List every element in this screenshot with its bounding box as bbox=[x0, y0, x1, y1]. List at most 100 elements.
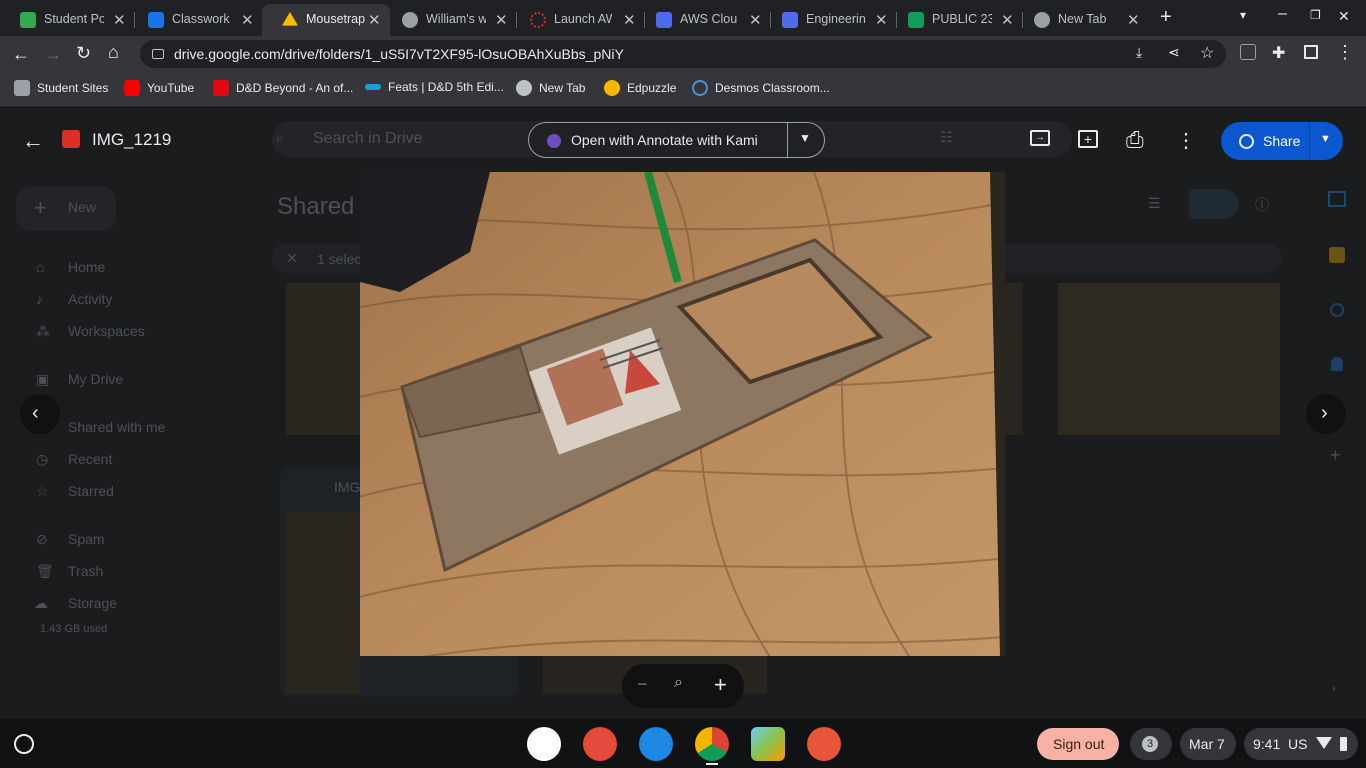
bookmark-label: D&D Beyond - An of... bbox=[236, 81, 354, 95]
zoom-out-icon[interactable]: − bbox=[637, 674, 648, 695]
bookmark-student-sites[interactable]: Student Sites bbox=[14, 80, 108, 96]
tab-williams[interactable]: William's w ✕ bbox=[382, 4, 516, 36]
bookmark-desmos[interactable]: Desmos Classroom... bbox=[692, 80, 830, 96]
tab-student-portal[interactable]: Student Po ✕ bbox=[0, 4, 134, 36]
tab-aws-cloud[interactable]: AWS Clou ✕ bbox=[636, 4, 770, 36]
notification-tray[interactable]: 3 bbox=[1130, 728, 1172, 760]
tab-search-chevron-icon[interactable]: ▾ bbox=[1240, 8, 1246, 22]
paint-app-icon[interactable] bbox=[583, 727, 617, 761]
globe-icon bbox=[516, 80, 532, 96]
next-image-button[interactable]: › bbox=[1306, 394, 1346, 434]
desmos-icon bbox=[692, 80, 708, 96]
close-tab-icon[interactable]: ✕ bbox=[623, 11, 636, 29]
nav-recent[interactable]: Recent bbox=[68, 451, 112, 467]
close-tab-icon[interactable]: ✕ bbox=[495, 11, 508, 29]
nav-workspaces[interactable]: Workspaces bbox=[68, 323, 145, 339]
forward-arrow-icon[interactable]: → bbox=[44, 44, 62, 65]
clear-selection-icon[interactable]: ✕ bbox=[286, 250, 298, 267]
tab-mousetrap-active[interactable]: Mousetrap ✕ bbox=[262, 4, 390, 36]
open-with-button[interactable]: Open with Annotate with Kami ▼ bbox=[528, 122, 825, 158]
add-addon-icon[interactable]: + bbox=[1330, 445, 1341, 466]
nav-my-drive[interactable]: My Drive bbox=[68, 371, 123, 387]
date-tray[interactable]: Mar 7 bbox=[1180, 728, 1236, 760]
install-app-icon[interactable]: ⤓ bbox=[1136, 44, 1142, 61]
tab-title: AWS Clou bbox=[680, 12, 738, 26]
bookmark-star-icon[interactable]: ☆ bbox=[1200, 43, 1214, 63]
nav-spam[interactable]: Spam bbox=[68, 531, 105, 547]
close-tab-icon[interactable]: ✕ bbox=[368, 11, 381, 29]
move-to-icon[interactable]: → bbox=[1030, 130, 1050, 146]
new-button[interactable] bbox=[16, 187, 116, 231]
close-tab-icon[interactable]: ✕ bbox=[113, 11, 126, 29]
close-tab-icon[interactable]: ✕ bbox=[749, 11, 762, 29]
address-bar[interactable]: drive.google.com/drive/folders/1_uS5I7vT… bbox=[140, 40, 1226, 68]
status-tray[interactable]: 9:41 US bbox=[1244, 728, 1358, 760]
nav-activity[interactable]: Activity bbox=[68, 291, 112, 307]
close-window-icon[interactable]: ✕ bbox=[1338, 8, 1350, 25]
bookmark-dnd-beyond[interactable]: D&D Beyond - An of... bbox=[213, 80, 353, 96]
nav-home[interactable]: Home bbox=[68, 259, 105, 275]
list-view-icon[interactable]: ☰ bbox=[1148, 195, 1161, 212]
bookmark-feats[interactable]: Feats | D&D 5th Edi... bbox=[365, 80, 504, 94]
site-info-icon[interactable] bbox=[152, 49, 164, 59]
file-thumbnail[interactable] bbox=[286, 283, 360, 435]
nav-shared-with-me[interactable]: Shared with me bbox=[68, 419, 165, 435]
add-comment-icon[interactable]: + bbox=[1078, 130, 1098, 148]
keep-side-icon[interactable] bbox=[1329, 247, 1345, 263]
news-app-icon[interactable] bbox=[639, 727, 673, 761]
filter-options-icon[interactable]: ☷ bbox=[940, 129, 953, 146]
contacts-side-icon[interactable] bbox=[1331, 357, 1343, 371]
menu-dots-icon[interactable]: ⋮ bbox=[1336, 42, 1354, 63]
close-tab-icon[interactable]: ✕ bbox=[1127, 11, 1140, 29]
share-page-icon[interactable]: ⋖ bbox=[1168, 44, 1180, 61]
bookmark-label: Student Sites bbox=[37, 81, 109, 95]
reload-icon[interactable]: ↻ bbox=[76, 43, 91, 64]
collapse-panel-icon[interactable]: › bbox=[1332, 683, 1336, 695]
tab-public-23[interactable]: PUBLIC 23 ✕ bbox=[888, 4, 1022, 36]
tab-launch-aws[interactable]: Launch AW ✕ bbox=[510, 4, 644, 36]
close-tab-icon[interactable]: ✕ bbox=[875, 11, 888, 29]
minimize-icon[interactable]: – bbox=[1278, 5, 1287, 23]
nav-storage[interactable]: Storage bbox=[68, 595, 117, 611]
open-with-dropdown-icon[interactable]: ▼ bbox=[799, 131, 811, 145]
pencil-app-icon[interactable] bbox=[807, 727, 841, 761]
side-panel-icon[interactable] bbox=[1304, 45, 1318, 59]
previous-image-button[interactable]: ‹ bbox=[20, 394, 60, 434]
extension-grey-icon[interactable] bbox=[1240, 44, 1256, 60]
home-icon[interactable]: ⌂ bbox=[108, 42, 119, 63]
close-tab-icon[interactable]: ✕ bbox=[1001, 11, 1014, 29]
print-icon[interactable]: ⎙ bbox=[1126, 127, 1144, 153]
new-tab-plus-icon[interactable]: + bbox=[1160, 6, 1172, 29]
bookmark-youtube[interactable]: YouTube bbox=[124, 80, 194, 96]
tab-classwork[interactable]: Classwork ✕ bbox=[128, 4, 262, 36]
share-button[interactable]: Share ▼ bbox=[1221, 122, 1343, 160]
share-dropdown-icon[interactable]: ▼ bbox=[1320, 133, 1331, 145]
file-thumbnail-mousetrap[interactable] bbox=[1058, 283, 1280, 435]
back-arrow-icon[interactable]: ← bbox=[12, 44, 30, 65]
zoom-in-icon[interactable]: + bbox=[714, 672, 727, 698]
bookmark-new-tab[interactable]: New Tab bbox=[516, 80, 585, 96]
calendar-side-icon[interactable] bbox=[1328, 191, 1346, 207]
info-icon[interactable]: ⓘ bbox=[1255, 195, 1269, 215]
file-thumbnail[interactable] bbox=[1005, 283, 1023, 435]
chrome-app-icon[interactable] bbox=[695, 727, 729, 761]
tasks-side-icon[interactable] bbox=[1330, 303, 1344, 317]
viewer-back-arrow-icon[interactable]: ← bbox=[22, 128, 44, 154]
close-tab-icon[interactable]: ✕ bbox=[241, 11, 254, 29]
3d-cube-app-icon[interactable] bbox=[751, 727, 785, 761]
tab-new-tab[interactable]: New Tab ✕ bbox=[1014, 4, 1148, 36]
nav-starred[interactable]: Starred bbox=[68, 483, 114, 499]
restore-icon[interactable]: ❐ bbox=[1310, 8, 1321, 22]
launcher-icon[interactable] bbox=[14, 734, 34, 754]
chrome-remote-app-icon[interactable] bbox=[527, 727, 561, 761]
nav-trash[interactable]: Trash bbox=[68, 563, 103, 579]
sign-out-button[interactable]: Sign out bbox=[1037, 728, 1119, 760]
tab-title: Classwork bbox=[172, 12, 230, 26]
tab-engineering[interactable]: Engineerin ✕ bbox=[762, 4, 896, 36]
more-actions-icon[interactable]: ⋮ bbox=[1176, 128, 1196, 153]
zoom-reset-icon[interactable]: ⌕ bbox=[674, 674, 683, 692]
bookmark-edpuzzle[interactable]: Edpuzzle bbox=[604, 80, 676, 96]
url-text[interactable]: drive.google.com/drive/folders/1_uS5I7vT… bbox=[174, 46, 624, 62]
extensions-icon[interactable]: ✚ bbox=[1272, 43, 1285, 63]
grid-view-toggle[interactable] bbox=[1189, 189, 1239, 219]
